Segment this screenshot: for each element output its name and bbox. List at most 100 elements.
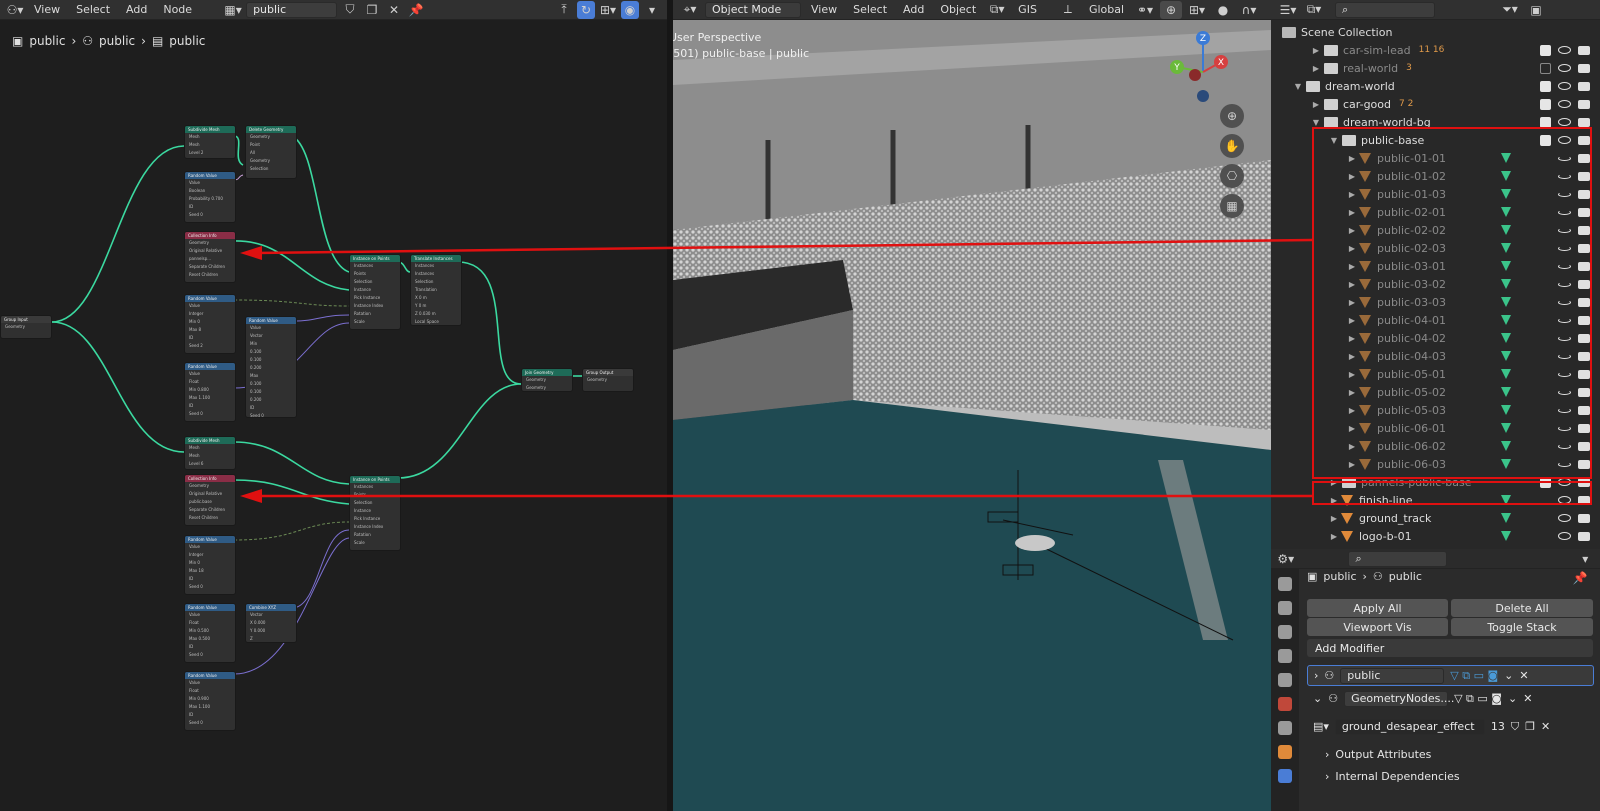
render-camera-icon[interactable] bbox=[1578, 369, 1590, 379]
exclude-checkbox[interactable] bbox=[1540, 476, 1551, 488]
exclude-checkbox[interactable] bbox=[1540, 62, 1551, 74]
expand-right-icon[interactable]: ▶ bbox=[1347, 334, 1357, 343]
visibility-eye-icon[interactable] bbox=[1558, 191, 1571, 197]
menu-object[interactable]: Object bbox=[934, 3, 982, 16]
scene-tab-icon[interactable] bbox=[1278, 673, 1292, 687]
node-socket-row[interactable]: Reset Children bbox=[185, 514, 235, 522]
node-socket-row[interactable]: Level 6 bbox=[185, 460, 235, 468]
outliner-item-public-03-02[interactable]: ▶ public-03-02 bbox=[1271, 275, 1600, 293]
visibility-eye-icon[interactable] bbox=[1558, 371, 1571, 377]
properties-editor[interactable]: ⚙▾ ⌕ ▾ ▣ public › ⚇ public 📌 Apply All D… bbox=[1271, 549, 1600, 811]
node-random-value[interactable]: Random Value Value Vector Min 0.100 0.100 0.20… bbox=[245, 316, 297, 418]
node-socket-row[interactable]: Points bbox=[350, 491, 400, 499]
outliner-item-real-world[interactable]: ▶ real-world 3 bbox=[1271, 59, 1600, 77]
node-socket-row[interactable]: Value bbox=[185, 370, 235, 378]
expand-right-icon[interactable]: ▶ bbox=[1347, 370, 1357, 379]
visibility-eye-icon[interactable] bbox=[1558, 64, 1571, 72]
node-random-value[interactable]: Random Value Value Float Min 0.800 Max 1.100… bbox=[184, 362, 236, 422]
node-socket-row[interactable]: Value bbox=[185, 611, 235, 619]
render-camera-icon[interactable] bbox=[1578, 387, 1590, 397]
node-socket-row[interactable]: Max 8 bbox=[185, 326, 235, 334]
visibility-eye-icon[interactable] bbox=[1558, 407, 1571, 413]
node-collection-info[interactable]: Collection Info Geometry Original Relative… bbox=[184, 231, 236, 283]
node-socket-row[interactable]: 0.200 bbox=[246, 396, 296, 404]
node-socket-row[interactable]: Seed 0 bbox=[185, 410, 235, 418]
close-icon[interactable]: ✕ bbox=[1541, 720, 1550, 733]
visibility-eye-icon[interactable] bbox=[1558, 353, 1571, 359]
node-socket-row[interactable]: Selection bbox=[411, 278, 461, 286]
node-socket-row[interactable]: Mesh bbox=[185, 133, 235, 141]
node-combine-xyz[interactable]: Combine XYZ Vector X 0.000 Y 0.000 Z bbox=[245, 603, 297, 643]
outliner-item-public-06-01[interactable]: ▶ public-06-01 bbox=[1271, 419, 1600, 437]
visibility-eye-icon[interactable] bbox=[1558, 514, 1571, 522]
visibility-eye-icon[interactable] bbox=[1558, 100, 1571, 108]
apply-all-button[interactable]: Apply All bbox=[1307, 599, 1448, 617]
node-socket-row[interactable]: ID bbox=[185, 643, 235, 651]
node-socket-row[interactable]: Boolean bbox=[185, 187, 235, 195]
node-socket-row[interactable]: All bbox=[246, 149, 296, 157]
visibility-eye-icon[interactable] bbox=[1558, 155, 1571, 161]
node-socket-row[interactable]: Mesh bbox=[185, 141, 235, 149]
node-random-value[interactable]: Random Value Value Float Min 0.500 Max 0.500… bbox=[184, 603, 236, 663]
node-subdivide-mesh[interactable]: Subdivide Mesh Mesh Mesh Level 2 bbox=[184, 125, 236, 159]
node-socket-row[interactable]: Original Relative bbox=[185, 247, 235, 255]
exclude-checkbox[interactable] bbox=[1540, 116, 1551, 128]
node-socket-row[interactable]: Max 0.500 bbox=[185, 635, 235, 643]
node-socket-row[interactable]: Value bbox=[246, 324, 296, 332]
snap-icon[interactable]: ⊕ bbox=[1160, 0, 1183, 19]
node-socket-row[interactable]: Value bbox=[185, 679, 235, 687]
node-socket-row[interactable]: Seed 0 bbox=[185, 651, 235, 659]
chevron-down-icon[interactable]: ⌄ bbox=[1504, 669, 1513, 682]
node-socket-row[interactable]: Integer bbox=[185, 551, 235, 559]
collection-tab-icon[interactable] bbox=[1278, 721, 1292, 735]
expand-right-icon[interactable]: ▶ bbox=[1347, 298, 1357, 307]
node-socket-row[interactable]: Geometry bbox=[185, 239, 235, 247]
modifier-name-field[interactable]: public bbox=[1340, 667, 1445, 684]
render-camera-icon[interactable] bbox=[1578, 531, 1590, 541]
node-socket-row[interactable]: ID bbox=[185, 402, 235, 410]
render-camera-icon[interactable] bbox=[1578, 171, 1590, 181]
node-socket-row[interactable]: 0.100 bbox=[246, 348, 296, 356]
snap-target-icon[interactable]: ⊞▾ bbox=[1186, 1, 1208, 19]
visibility-eye-icon[interactable] bbox=[1558, 173, 1571, 179]
expand-right-icon[interactable]: ▶ bbox=[1347, 244, 1357, 253]
modifier-visibility-icons[interactable]: ▽ ⧉ ▭ ◙ bbox=[1454, 692, 1502, 706]
node-socket-row[interactable]: Instances bbox=[350, 262, 400, 270]
outliner-item-public-03-01[interactable]: ▶ public-03-01 bbox=[1271, 257, 1600, 275]
outliner-item-dream-world-bg[interactable]: ▼ dream-world-bg bbox=[1271, 113, 1600, 131]
outliner-item-public-04-02[interactable]: ▶ public-04-02 bbox=[1271, 329, 1600, 347]
node-socket-row[interactable]: Float bbox=[185, 619, 235, 627]
outliner-item-ground_track[interactable]: ▶ ground_track bbox=[1271, 509, 1600, 527]
visibility-eye-icon[interactable] bbox=[1558, 389, 1571, 395]
node-socket-row[interactable]: 0.200 bbox=[246, 364, 296, 372]
node-group-input[interactable]: Group Input Geometry bbox=[0, 315, 52, 339]
node-socket-row[interactable]: Min bbox=[246, 340, 296, 348]
toggle-stack-button[interactable]: Toggle Stack bbox=[1451, 618, 1593, 636]
node-random-value[interactable]: Random Value Value Boolean Probability 0.70… bbox=[184, 171, 236, 223]
expand-right-icon[interactable]: ▶ bbox=[1329, 478, 1339, 487]
modifier-name-field[interactable]: GeometryNodes.... bbox=[1344, 690, 1454, 707]
node-socket-row[interactable]: Pick Instance bbox=[350, 294, 400, 302]
properties-editor-icon[interactable]: ⚙▾ bbox=[1277, 550, 1294, 568]
expand-right-icon[interactable]: ▶ bbox=[1347, 208, 1357, 217]
properties-search[interactable]: ⌕ bbox=[1348, 550, 1447, 567]
world-tab-icon[interactable] bbox=[1278, 697, 1292, 711]
modifier-tab-icon[interactable] bbox=[1278, 769, 1292, 783]
delete-all-button[interactable]: Delete All bbox=[1451, 599, 1593, 617]
render-camera-icon[interactable] bbox=[1578, 135, 1590, 145]
node-socket-row[interactable]: ID bbox=[185, 711, 235, 719]
zoom-icon[interactable]: ⊕ bbox=[1220, 104, 1244, 128]
node-socket-row[interactable]: Geometry bbox=[246, 133, 296, 141]
outliner-item-public-01-03[interactable]: ▶ public-01-03 bbox=[1271, 185, 1600, 203]
node-socket-row[interactable]: Translation bbox=[411, 286, 461, 294]
outliner-item-car-good[interactable]: ▶ car-good 7 2 bbox=[1271, 95, 1600, 113]
expand-right-icon[interactable]: ▶ bbox=[1347, 226, 1357, 235]
node-socket-row[interactable]: X 0 m bbox=[411, 294, 461, 302]
hand-icon[interactable]: ✋ bbox=[1220, 134, 1244, 158]
render-camera-icon[interactable] bbox=[1578, 45, 1590, 55]
visibility-eye-icon[interactable] bbox=[1558, 317, 1571, 323]
node-socket-row[interactable]: pannelsp... bbox=[185, 255, 235, 263]
node-group-row[interactable]: ▤▾ ground_desapear_effect 13 ⛉ ❐ ✕ bbox=[1307, 716, 1594, 737]
expand-down-icon[interactable]: ▼ bbox=[1311, 118, 1321, 127]
node-socket-row[interactable]: Instances bbox=[411, 262, 461, 270]
